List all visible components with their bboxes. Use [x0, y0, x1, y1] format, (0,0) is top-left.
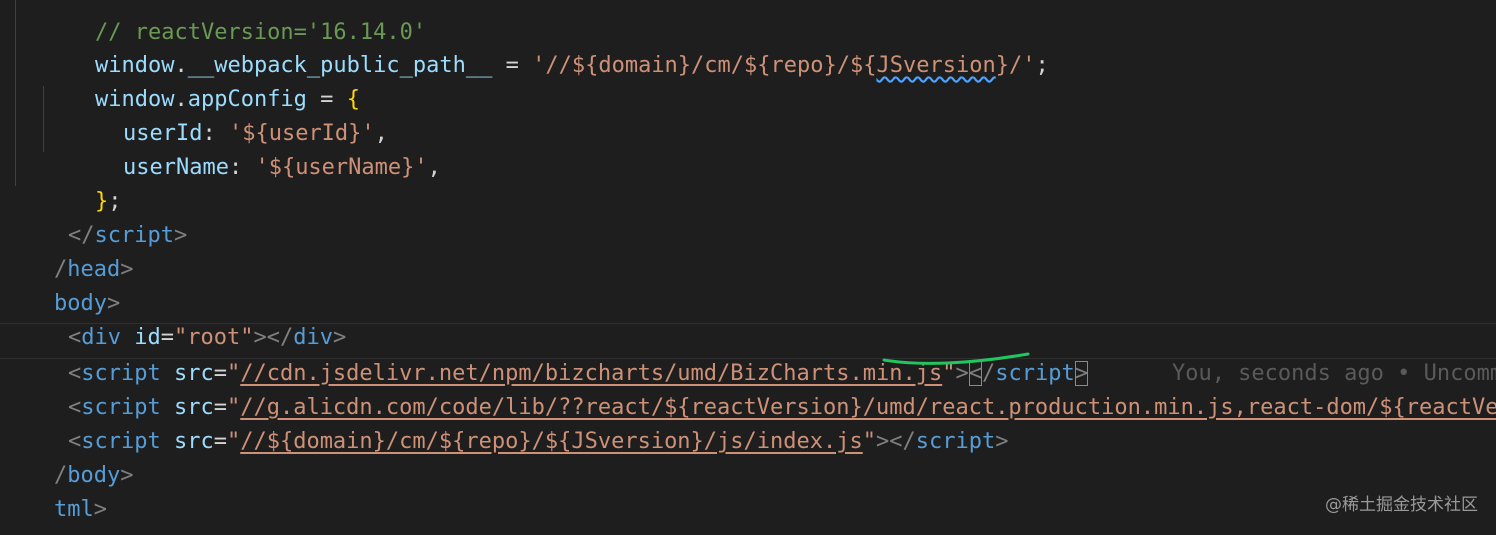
code-line[interactable]: </script> [15, 185, 187, 248]
semicolon: ; [1035, 53, 1049, 78]
object-key: userName [122, 155, 229, 180]
colon: : [228, 155, 256, 180]
string-literal: '//${domain}/cm/${repo}/${ [532, 53, 877, 78]
tag-close: > [93, 497, 107, 522]
code-line[interactable]: window.appConfig = { [42, 49, 360, 112]
tag-close: > [173, 223, 188, 248]
equals-sign: = [213, 429, 227, 454]
string-literal: '${userName}' [255, 155, 428, 180]
code-line[interactable]: <script src="//g.alicdn.com/code/lib/??r… [15, 357, 1496, 420]
code-line[interactable]: /head> [1, 219, 133, 282]
code-editor[interactable]: // reactVersion='16.14.0' window.__webpa… [0, 0, 1496, 535]
end-tag-name: script [915, 429, 996, 454]
tag-close: > [120, 463, 134, 488]
code-line[interactable]: window.__webpack_public_path__ = '//${do… [42, 15, 1049, 78]
url-link[interactable]: //${domain}/cm/${repo}/${JSversion}/js/i… [240, 429, 863, 454]
code-line[interactable]: <div id="root"></div> [15, 287, 346, 350]
green-underline-annotation [882, 352, 1030, 365]
code-line[interactable]: body> [1, 253, 120, 316]
quote: " [862, 429, 876, 454]
code-line[interactable]: userId: '${userId}', [70, 83, 388, 146]
tag-close: > [995, 429, 1009, 454]
spelling-warning[interactable]: JSversion [876, 53, 995, 78]
assign-operator: = [492, 53, 533, 78]
code-line[interactable]: userName: '${userName}', [70, 117, 441, 180]
comma: , [427, 155, 441, 180]
attribute-name: src [173, 429, 214, 454]
string-literal: }/' [995, 53, 1036, 78]
code-line[interactable]: }; [42, 151, 122, 214]
tag-close-open: ></ [876, 429, 916, 454]
code-line[interactable]: // reactVersion='16.14.0' [42, 0, 426, 45]
watermark-text: @稀土掘金技术社区 [1325, 495, 1478, 515]
code-line[interactable]: tml> [1, 459, 107, 522]
tag-close: > [120, 257, 134, 282]
tag-name: tml [53, 497, 94, 522]
indent-guide [15, 0, 16, 186]
quote: " [226, 429, 241, 454]
code-line-current[interactable]: <script src="//cdn.jsdelivr.net/npm/bizc… [15, 323, 1496, 386]
code-line[interactable]: <script src="//${domain}/cm/${repo}/${JS… [15, 391, 1009, 454]
code-line[interactable]: /body> [1, 425, 133, 488]
